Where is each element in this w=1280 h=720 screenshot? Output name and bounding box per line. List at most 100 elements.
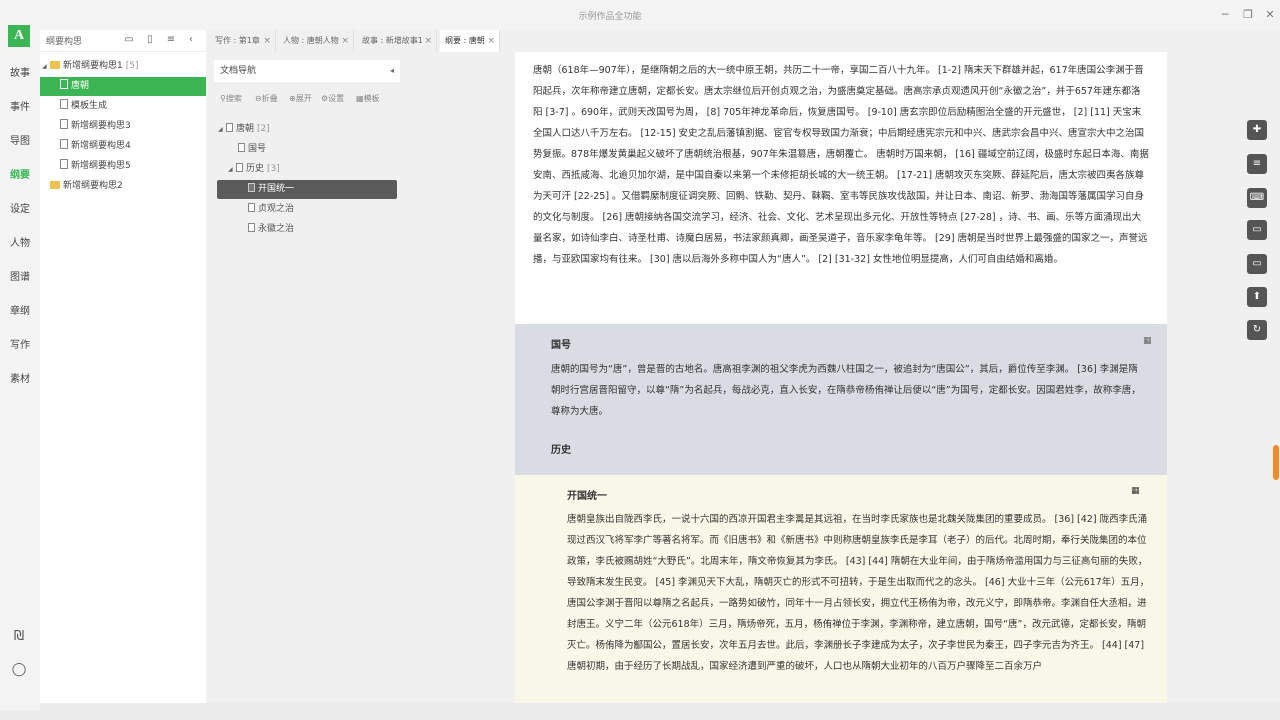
collapse-icon[interactable]: ◂ <box>390 60 394 82</box>
menu-icon[interactable]: ≡ <box>164 33 178 47</box>
tab-label: 故事 : 新增故事1 <box>362 36 423 45</box>
nav-outline[interactable]: 纲要 <box>0 166 40 181</box>
nav-events[interactable]: 事件 <box>0 98 40 113</box>
upload-button[interactable]: ⬆ <box>1247 287 1267 307</box>
nav-tree-item[interactable]: 永徽之治 <box>248 220 398 239</box>
document-icon <box>236 163 243 172</box>
tab-label: 写作 : 第1章 <box>215 36 260 45</box>
bookmark-icon[interactable]: ₪ <box>10 628 28 646</box>
search-button[interactable]: ⚲搜索 <box>220 93 242 104</box>
nav-chapter-outline[interactable]: 章纲 <box>0 302 40 317</box>
template-icon: ▦ <box>356 94 364 103</box>
tab-label: 纲要 : 唐朝 <box>445 36 485 45</box>
expand-all-button[interactable]: ⊕展开 <box>289 93 312 104</box>
tree-item-label: 新增纲要构思5 <box>71 161 131 171</box>
collapse-all-button[interactable]: ⊖折叠 <box>255 93 278 104</box>
document-icon <box>248 203 255 212</box>
outline-tree-item[interactable]: 唐朝 <box>40 77 206 96</box>
expand-label: 展开 <box>295 94 312 103</box>
outline-panel-title: 纲要构思 <box>46 37 83 47</box>
keyboard-button[interactable]: ⌨ <box>1247 188 1267 208</box>
nav-characters[interactable]: 人物 <box>0 234 40 249</box>
settings-button[interactable]: ⚙设置 <box>321 93 344 104</box>
folder-icon <box>50 61 60 69</box>
new-folder-icon[interactable]: ▭ <box>122 33 136 47</box>
document-icon <box>60 99 68 109</box>
nav-tree-item[interactable]: 开国统一 <box>217 180 397 199</box>
outline-tree-item[interactable]: ◢ 新增纲要构思1 [5] <box>40 57 206 76</box>
outline-tree-item[interactable]: 新增纲要构思3 <box>40 117 206 136</box>
section-kaiguo-text[interactable]: 唐朝皇族出自陇西李氏，一说十六国的西凉开国君主李暠是其远祖，在当时李氏家族也是北… <box>567 509 1151 677</box>
document-icon <box>238 143 245 152</box>
tab-story[interactable]: 故事 : 新增故事1 × <box>357 30 437 52</box>
expand-icon[interactable]: ◢ <box>218 120 226 139</box>
collapse-panel-icon[interactable]: ‹ <box>184 33 198 47</box>
nav-settings[interactable]: 设定 <box>0 200 40 215</box>
restore-icon[interactable]: ❐ <box>1240 7 1256 23</box>
section-root-text[interactable]: 唐朝（618年—907年），是继隋朝之后的大一统中原王朝，共历二十一帝，享国二百… <box>533 60 1149 270</box>
nav-item-count: [2] <box>257 124 270 134</box>
document-icon <box>60 139 68 149</box>
document-icon <box>226 123 233 132</box>
tree-item-label: 新增纲要构思3 <box>71 121 131 131</box>
power-icon[interactable]: ◯ <box>10 661 28 679</box>
add-icon: ✚ <box>1252 124 1262 135</box>
nav-graph[interactable]: 图谱 <box>0 268 40 283</box>
refresh-button[interactable]: ↻ <box>1247 320 1267 340</box>
template-button[interactable]: ▦模板 <box>356 93 380 104</box>
tree-item-label: 模板生成 <box>71 101 108 111</box>
laptop-icon: ▭ <box>1252 258 1262 269</box>
nav-mindmap[interactable]: 导图 <box>0 132 40 147</box>
document-icon <box>60 119 68 129</box>
grid-icon[interactable]: ▦ <box>1143 336 1152 346</box>
close-tab-icon[interactable]: × <box>424 30 432 52</box>
nav-story[interactable]: 故事 <box>0 64 40 79</box>
new-file-icon[interactable]: ▯ <box>143 33 157 47</box>
editor-scrollbar[interactable] <box>1273 55 1280 700</box>
laptop-button[interactable]: ▭ <box>1247 254 1267 274</box>
section-guohao-text[interactable]: 唐朝的国号为“唐”，曾是晋的古地名。唐高祖李渊的祖父李虎为西魏八柱国之一，被追封… <box>551 359 1143 422</box>
list-button[interactable]: ≡ <box>1247 154 1267 174</box>
nav-item-label: 唐朝 <box>236 124 255 134</box>
editor-area: 唐朝（618年—907年），是继隋朝之后的大一统中原王朝，共历二十一帝，享国二百… <box>409 52 1280 703</box>
expand-icon[interactable]: ◢ <box>42 57 50 76</box>
section-kaiguo[interactable]: 开国统一 ▦ 唐朝皇族出自陇西李氏，一说十六国的西凉开国君主李暠是其远祖，在当时… <box>515 475 1167 703</box>
expand-icon[interactable]: ◢ <box>228 160 236 179</box>
nav-tree-item[interactable]: 国号 <box>238 140 398 159</box>
list-icon: ≡ <box>1252 158 1262 169</box>
nav-item-count: [3] <box>267 164 280 174</box>
expand-icon: ⊕ <box>289 94 296 103</box>
nav-materials[interactable]: 素材 <box>0 370 40 385</box>
search-label: 搜索 <box>225 94 242 103</box>
outline-tree-item[interactable]: 新增纲要构思2 <box>40 177 206 196</box>
tab-label: 人物 : 唐朝人物 <box>283 36 339 45</box>
close-tab-icon[interactable]: × <box>341 30 349 52</box>
close-tab-icon[interactable]: × <box>263 30 271 52</box>
section-guohao[interactable]: 国号 ▦ 唐朝的国号为“唐”，曾是晋的古地名。唐高祖李渊的祖父李虎为西魏八柱国之… <box>515 324 1167 475</box>
tab-writing-chapter1[interactable]: 写作 : 第1章 × <box>210 30 276 52</box>
close-icon[interactable]: ✕ <box>1262 7 1278 23</box>
document-navigation: 文档导航 ◂ ⚲搜索 ⊖折叠 ⊕展开 ⚙设置 ▦模板 ◢ 唐朝 [2] 国号 ◢ 历史… <box>206 52 409 703</box>
outline-tree-item[interactable]: 新增纲要构思4 <box>40 137 206 156</box>
app-title: 示例作品全功能 <box>578 12 642 22</box>
grid-icon[interactable]: ▦ <box>1131 486 1140 496</box>
tree-item-label: 新增纲要构思2 <box>63 181 123 191</box>
section-root[interactable]: 唐朝（618年—907年），是继隋朝之后的大一统中原王朝，共历二十一帝，享国二百… <box>515 52 1167 324</box>
outline-tree-item[interactable]: 新增纲要构思5 <box>40 157 206 176</box>
collapse-icon: ⊖ <box>255 94 262 103</box>
nav-writing[interactable]: 写作 <box>0 336 40 351</box>
tab-outline-tang[interactable]: 纲要 : 唐朝 × <box>440 30 500 52</box>
add-section-button[interactable]: ✚ <box>1247 120 1267 140</box>
outline-tree-item[interactable]: 模板生成 <box>40 97 206 116</box>
nav-tree-item[interactable]: 贞观之治 <box>248 200 398 219</box>
title-bar: 示例作品全功能 ─ ❐ ✕ <box>0 0 1280 30</box>
keyboard-icon: ⌨ <box>1249 192 1265 203</box>
nav-tree-item[interactable]: ◢ 唐朝 [2] <box>218 120 398 139</box>
collapse-label: 折叠 <box>261 94 278 103</box>
scroll-thumb[interactable] <box>1273 445 1279 480</box>
minimize-icon[interactable]: ─ <box>1217 7 1233 23</box>
nav-tree-item[interactable]: ◢ 历史 [3] <box>228 160 398 179</box>
close-tab-icon[interactable]: × <box>487 30 495 52</box>
monitor-button[interactable]: ▭ <box>1247 220 1267 240</box>
tab-characters[interactable]: 人物 : 唐朝人物 × <box>278 30 354 52</box>
